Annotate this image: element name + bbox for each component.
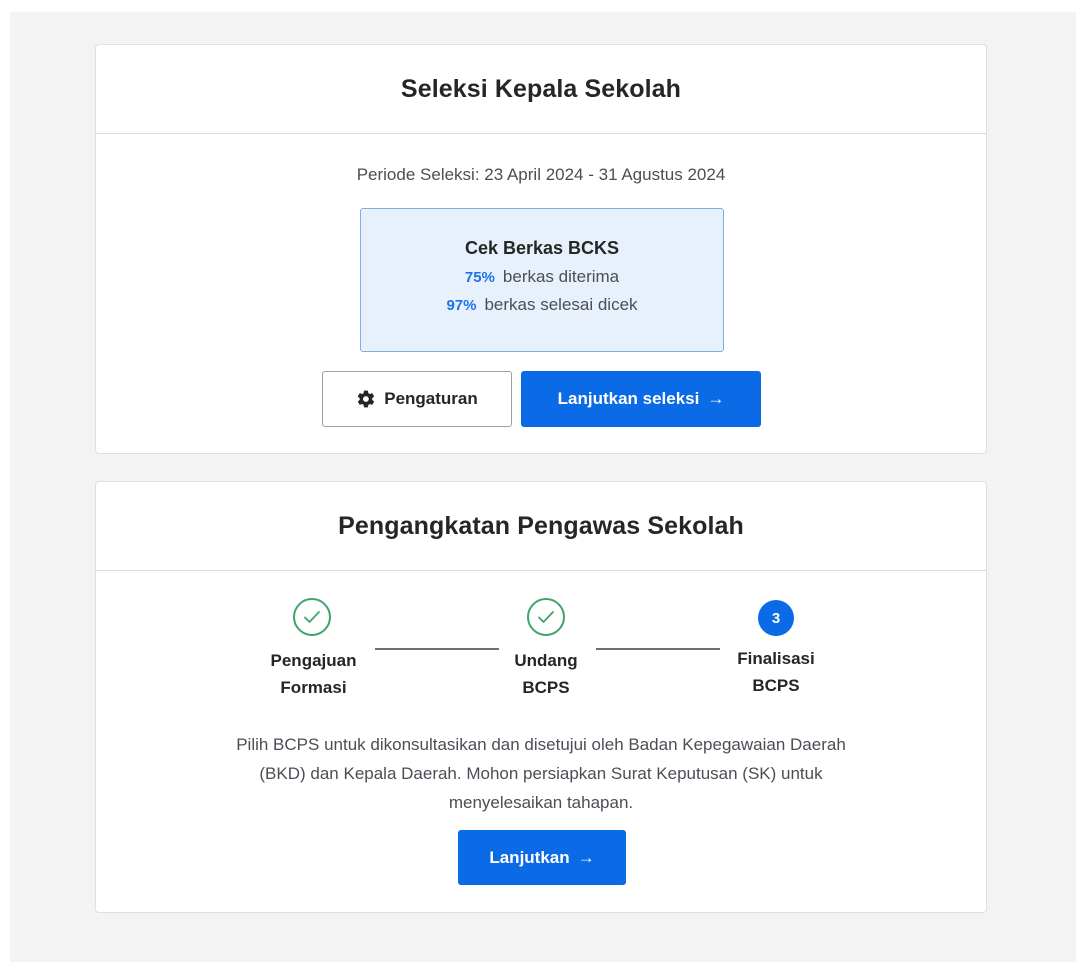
step-3-number: 3 bbox=[758, 600, 794, 636]
checked-label: berkas selesai dicek bbox=[484, 295, 638, 314]
summary-title: Cek Berkas BCKS bbox=[464, 238, 620, 258]
selection-period: Periode Seleksi: 23 April 2024 - 31 Agus… bbox=[356, 165, 726, 184]
appointment-card: Pengangkatan Pengawas Sekolah Pengajuan … bbox=[95, 481, 987, 913]
arrow-right-icon: → bbox=[577, 847, 595, 867]
received-stat: 75% berkas diterima bbox=[361, 267, 723, 287]
step-2-check-icon bbox=[527, 598, 565, 636]
step-2-label: Undang BCPS bbox=[514, 651, 578, 697]
appointment-card-title: Pengangkatan Pengawas Sekolah bbox=[96, 482, 986, 571]
selection-card-title: Seleksi Kepala Sekolah bbox=[96, 45, 986, 134]
selection-card: Seleksi Kepala Sekolah Periode Seleksi: … bbox=[95, 44, 987, 454]
checked-stat: 97% berkas selesai dicek bbox=[361, 295, 723, 315]
document-check-summary: Cek Berkas BCKS 75% berkas diterima 97% be… bbox=[360, 208, 724, 352]
gear-icon bbox=[358, 390, 375, 408]
step-1-check-icon bbox=[293, 598, 331, 636]
settings-label: Pengaturan bbox=[384, 389, 478, 408]
settings-button[interactable]: Pengaturan bbox=[322, 371, 512, 427]
received-label: berkas diterima bbox=[502, 267, 620, 286]
step-1-label: Pengajuan Formasi bbox=[270, 651, 357, 697]
continue-label: Lanjutkan bbox=[489, 847, 570, 867]
continue-button[interactable]: Lanjutkan → bbox=[458, 830, 626, 885]
continue-selection-button[interactable]: Lanjutkan seleksi → bbox=[521, 371, 761, 427]
continue-selection-label: Lanjutkan seleksi bbox=[557, 389, 700, 408]
appointment-description: Pilih BCPS untuk dikonsultasikan dan dis… bbox=[236, 735, 846, 812]
received-percentage: 75% bbox=[464, 269, 495, 286]
arrow-right-icon: → bbox=[707, 389, 725, 408]
checked-percentage: 97% bbox=[446, 297, 477, 314]
step-connector-1 bbox=[375, 648, 499, 650]
step-connector-2 bbox=[596, 648, 720, 650]
step-3-label: Finalisasi BCPS bbox=[737, 649, 815, 695]
